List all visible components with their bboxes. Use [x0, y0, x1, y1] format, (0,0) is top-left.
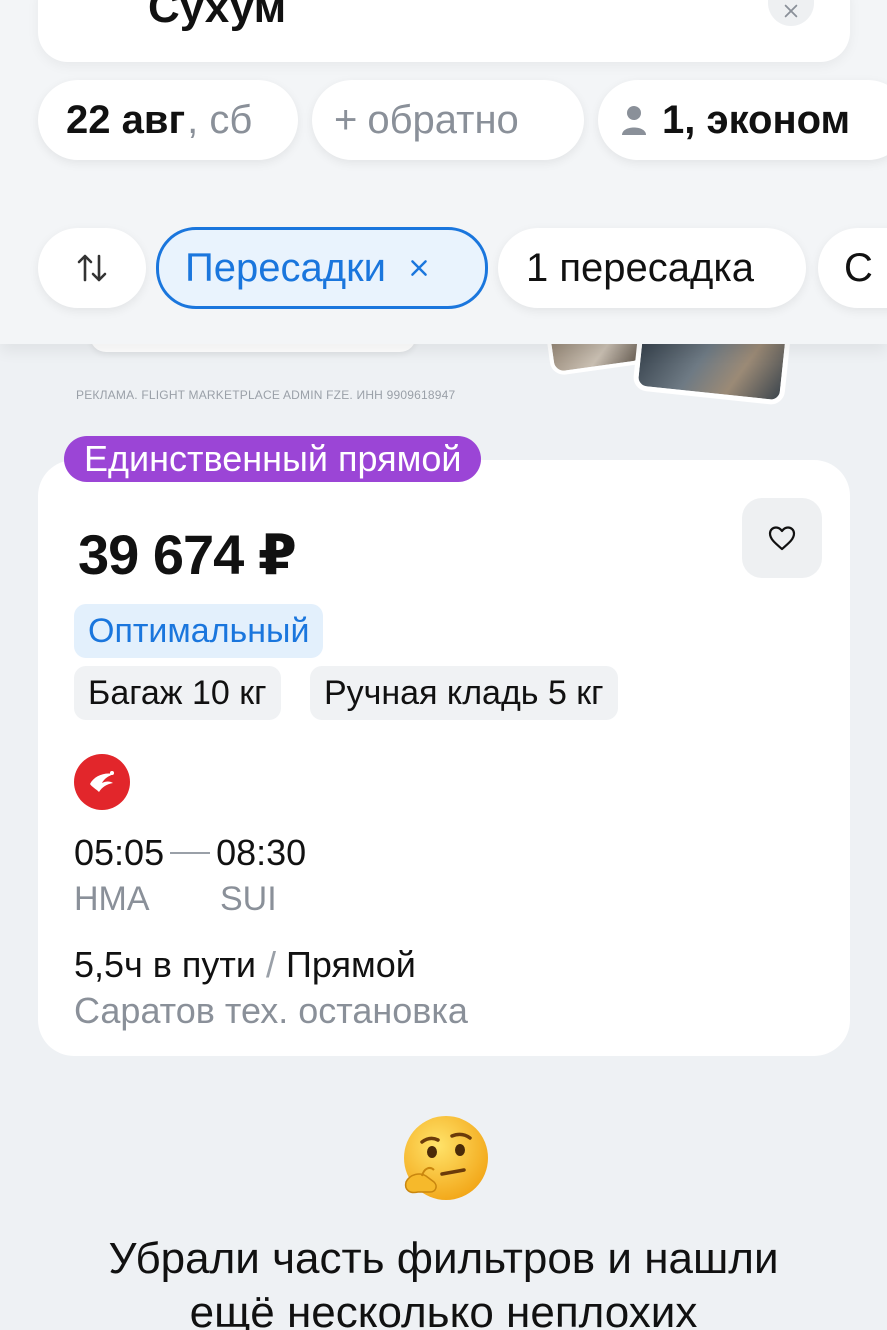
- flight-times: 05:05 08:30: [74, 832, 306, 874]
- return-label: обратно: [367, 97, 519, 142]
- airline-bird-icon: [90, 771, 114, 792]
- date-weekday: , сб: [187, 97, 253, 142]
- route-type: Прямой: [286, 944, 416, 985]
- search-header: Сухум 22 авг , сб + обратно 1, эконом Пе…: [0, 0, 887, 344]
- stops-filter-label: Пересадки: [185, 245, 386, 290]
- sort-icon: [77, 254, 107, 282]
- hand-luggage-tag: Ручная кладь 5 кг: [310, 666, 618, 720]
- departure-airport-code: НМА: [74, 880, 150, 918]
- favorite-button[interactable]: [742, 498, 822, 578]
- baggage-tag: Багаж 10 кг: [74, 666, 281, 720]
- ticket-card[interactable]: 39 674 ₽ Оптимальный Багаж 10 кг Ручная …: [38, 460, 850, 1056]
- search-results-page: Сухум 22 авг , сб + обратно 1, эконом Пе…: [0, 0, 887, 1330]
- destination-field[interactable]: Сухум: [38, 0, 850, 62]
- message-line-2: ещё несколько неплохих: [189, 1288, 698, 1330]
- passengers-value: 1, эконом: [662, 97, 851, 142]
- arrival-time: 08:30: [216, 832, 307, 873]
- one-stop-label: 1 пересадка: [526, 245, 754, 290]
- ad-disclaimer: РЕКЛАМА. FLIGHT MARKETPLACE ADMIN FZE. И…: [76, 388, 456, 402]
- more-filter-chip[interactable]: С: [818, 228, 887, 308]
- close-icon: [784, 4, 798, 18]
- duration-separator: /: [256, 944, 287, 985]
- close-icon: [411, 260, 427, 276]
- departure-time: 05:05: [74, 832, 165, 873]
- sort-button[interactable]: [38, 228, 146, 308]
- heart-icon: [768, 526, 796, 551]
- date-value: 22 авг: [66, 97, 186, 142]
- destination-value: Сухум: [148, 0, 287, 32]
- message-line-1: Убрали часть фильтров и нашли: [108, 1234, 779, 1283]
- technical-stop-note: Саратов тех. остановка: [74, 990, 468, 1031]
- duration-value: 5,5ч в пути: [74, 944, 257, 985]
- direct-flight-badge: Единственный прямой: [64, 436, 482, 482]
- plus-icon: +: [334, 97, 358, 142]
- fare-type-tag: Оптимальный: [74, 604, 324, 658]
- arrival-airport-code: SUI: [220, 880, 277, 918]
- clear-destination-button[interactable]: [768, 0, 814, 26]
- one-stop-filter-chip[interactable]: 1 пересадка: [498, 228, 806, 308]
- stops-filter-chip[interactable]: Пересадки: [156, 227, 488, 309]
- date-chip[interactable]: 22 авг , сб: [38, 80, 298, 160]
- ticket-price: 39 674 ₽: [78, 523, 297, 586]
- alternative-results-message: Убрали часть фильтров и нашли ещё нескол…: [0, 1232, 887, 1330]
- airline-logo-icon: [74, 754, 130, 810]
- flight-duration: 5,5ч в пути / Прямой: [74, 944, 416, 986]
- thinking-emoji-icon: [404, 1116, 488, 1200]
- person-icon: [622, 106, 646, 135]
- return-date-chip[interactable]: + обратно: [312, 80, 584, 160]
- more-filter-label: С: [844, 245, 873, 290]
- time-separator: [170, 852, 211, 854]
- passengers-chip[interactable]: 1, эконом: [598, 80, 887, 160]
- airport-codes: НМА SUI: [74, 880, 277, 919]
- remove-filter-button[interactable]: [408, 257, 430, 279]
